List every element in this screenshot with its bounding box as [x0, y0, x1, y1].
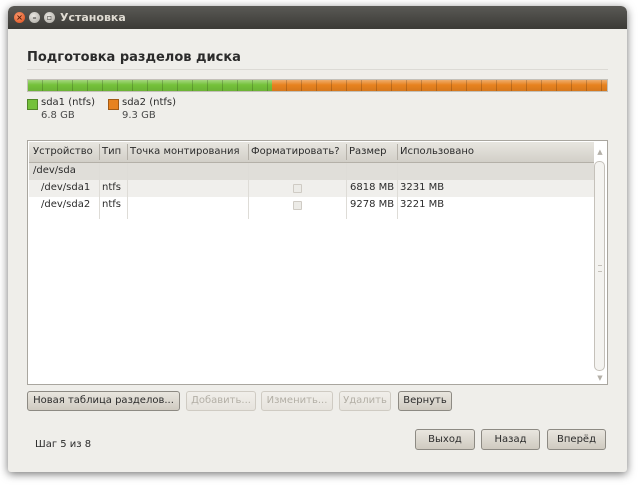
add-partition-button[interactable]: Добавить... — [186, 391, 256, 411]
legend-swatch-sda2 — [108, 99, 119, 110]
heading-divider — [27, 69, 608, 70]
column-header-format[interactable]: Форматировать? — [251, 146, 340, 157]
table-scrollbar[interactable]: ▲ ▼ — [594, 146, 606, 386]
legend-swatch-sda1 — [27, 99, 38, 110]
cell-used: 3221 MB — [400, 199, 445, 210]
scroll-down-arrow-icon[interactable]: ▼ — [595, 374, 605, 382]
back-button[interactable]: Назад — [481, 429, 540, 450]
column-header-size[interactable]: Размер — [349, 146, 387, 157]
legend-size-sda1: 6.8 GB — [41, 110, 75, 121]
column-divider — [346, 144, 347, 160]
column-header-mount[interactable]: Точка монтирования — [130, 146, 240, 157]
partition-bar-sda1 — [28, 80, 273, 91]
column-gridline — [346, 163, 347, 219]
column-divider — [397, 144, 398, 160]
legend-label-sda2: sda2 (ntfs) — [122, 97, 177, 108]
legend-size-sda2: 9.3 GB — [122, 110, 156, 121]
step-indicator: Шаг 5 из 8 — [35, 439, 92, 450]
format-checkbox-sda2[interactable] — [293, 201, 302, 210]
cell-device: /dev/sda2 — [41, 199, 91, 210]
table-row-sda2[interactable]: /dev/sda2 ntfs 9278 MB 3221 MB — [29, 197, 594, 214]
quit-button[interactable]: Выход — [415, 429, 475, 450]
new-partition-table-button[interactable]: Новая таблица разделов... — [27, 391, 180, 411]
delete-partition-button[interactable]: Удалить — [339, 391, 391, 411]
close-window-icon[interactable]: × — [14, 12, 25, 23]
column-header-used[interactable]: Использовано — [400, 146, 474, 157]
forward-button[interactable]: Вперёд — [547, 429, 606, 450]
maximize-window-icon[interactable]: ▫ — [44, 12, 55, 23]
title-bar: × – ▫ Установка — [8, 6, 627, 29]
legend-label-sda1: sda1 (ntfs) — [41, 97, 96, 108]
column-divider — [99, 144, 100, 160]
column-divider — [248, 144, 249, 160]
scrollbar-thumb[interactable] — [594, 161, 605, 371]
column-header-type[interactable]: Тип — [102, 146, 121, 157]
page-title: Подготовка разделов диска — [27, 50, 241, 65]
column-gridline — [99, 163, 100, 219]
minimize-window-icon[interactable]: – — [29, 12, 40, 23]
cell-size: 9278 MB — [350, 199, 395, 210]
scrollbar-grip-icon — [598, 265, 602, 272]
cell-type: ntfs — [102, 182, 121, 193]
scroll-up-arrow-icon[interactable]: ▲ — [595, 148, 605, 156]
cell-type: ntfs — [102, 199, 121, 210]
revert-button[interactable]: Вернуть — [398, 391, 452, 411]
table-row-sda[interactable]: /dev/sda — [29, 163, 594, 180]
column-gridline — [248, 163, 249, 219]
cell-device: /dev/sda — [33, 165, 76, 176]
table-header: Устройство Тип Точка монтирования Формат… — [29, 142, 594, 163]
edit-partition-button[interactable]: Изменить... — [261, 391, 333, 411]
installer-window: × – ▫ Установка Подготовка разделов диск… — [8, 6, 627, 472]
partition-bar-sda2 — [272, 80, 607, 91]
window-title: Установка — [60, 11, 126, 24]
table-row-sda1[interactable]: /dev/sda1 ntfs 6818 MB 3231 MB — [29, 180, 594, 197]
format-checkbox-sda1[interactable] — [293, 184, 302, 193]
cell-device: /dev/sda1 — [41, 182, 91, 193]
column-header-device[interactable]: Устройство — [33, 146, 93, 157]
column-gridline — [127, 163, 128, 219]
cell-used: 3231 MB — [400, 182, 445, 193]
column-gridline — [397, 163, 398, 219]
cell-size: 6818 MB — [350, 182, 395, 193]
partition-table[interactable]: Устройство Тип Точка монтирования Формат… — [27, 140, 608, 385]
disk-usage-bar — [27, 79, 608, 92]
column-divider — [127, 144, 128, 160]
